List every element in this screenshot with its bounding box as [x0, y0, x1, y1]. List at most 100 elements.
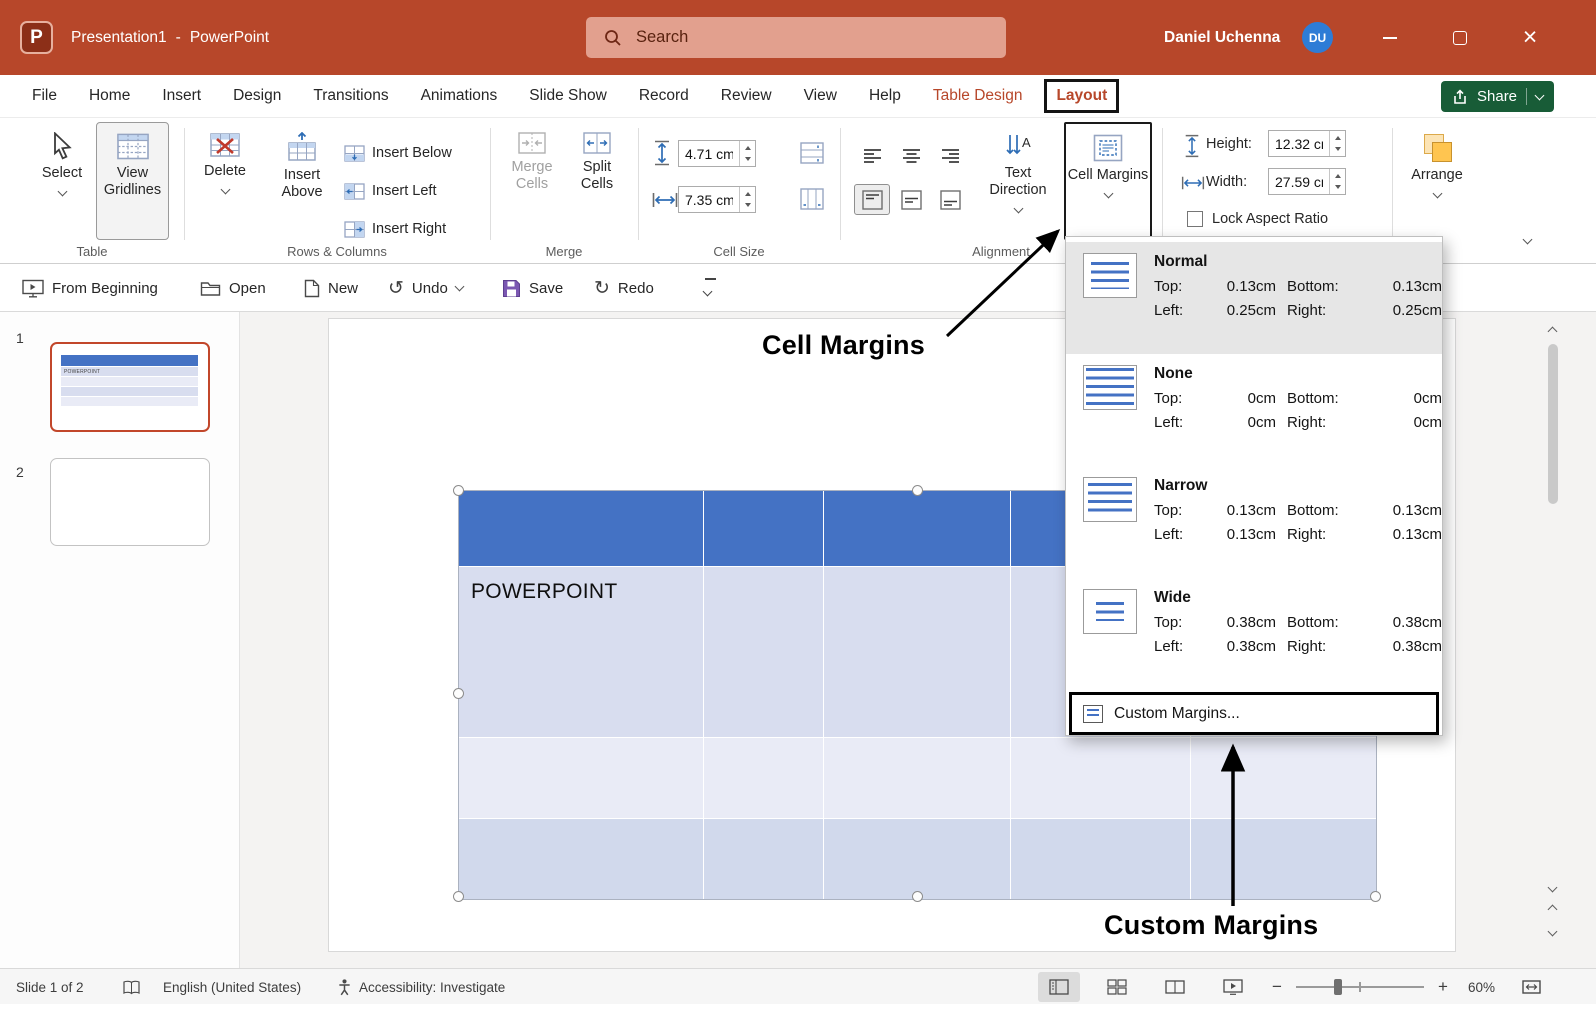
- menu-item-wide[interactable]: Wide Top:0.38cm Bottom:0.38cm Left:0.38c…: [1066, 578, 1442, 690]
- slide-indicator[interactable]: Slide 1 of 2: [16, 969, 84, 1005]
- maximize-button[interactable]: [1437, 0, 1483, 75]
- table-cell[interactable]: [1011, 819, 1191, 899]
- table-cell[interactable]: [1191, 738, 1376, 818]
- align-bottom-button[interactable]: [932, 184, 968, 215]
- table-height-spinner[interactable]: [1329, 131, 1345, 156]
- table-row[interactable]: [459, 737, 1376, 818]
- spell-check-button[interactable]: [122, 969, 141, 1005]
- tab-table-design[interactable]: Table Design: [917, 75, 1039, 118]
- table-cell[interactable]: [1011, 738, 1191, 818]
- collapse-ribbon-button[interactable]: [1524, 230, 1531, 248]
- from-beginning-button[interactable]: From Beginning: [22, 264, 158, 312]
- user-name[interactable]: Daniel Uchenna: [1164, 0, 1280, 75]
- menu-item-narrow[interactable]: Narrow Top:0.13cm Bottom:0.13cm Left:0.1…: [1066, 466, 1442, 578]
- spin-down-icon[interactable]: [1330, 182, 1345, 195]
- resize-handle-bottom-right[interactable]: [1370, 891, 1381, 902]
- align-left-button[interactable]: [854, 140, 890, 171]
- table-cell[interactable]: [704, 491, 824, 566]
- align-middle-button[interactable]: [893, 184, 929, 215]
- menu-item-normal[interactable]: Normal Top:0.13cm Bottom:0.13cm Left:0.2…: [1066, 242, 1442, 354]
- view-gridlines-button[interactable]: View Gridlines: [96, 122, 169, 240]
- tab-view[interactable]: View: [788, 75, 853, 118]
- spin-down-icon[interactable]: [740, 154, 755, 167]
- reading-view-button[interactable]: [1154, 972, 1196, 1002]
- distribute-rows-button[interactable]: [800, 140, 824, 166]
- table-cell[interactable]: [824, 491, 1011, 566]
- tab-layout[interactable]: Layout: [1044, 79, 1119, 113]
- table-cell[interactable]: [459, 491, 704, 566]
- tab-slide-show[interactable]: Slide Show: [513, 75, 623, 118]
- align-right-button[interactable]: [932, 140, 968, 171]
- insert-left-button[interactable]: Insert Left: [344, 178, 436, 204]
- redo-button[interactable]: ↻ Redo: [594, 264, 654, 312]
- search-box[interactable]: Search: [586, 17, 1006, 58]
- user-avatar[interactable]: DU: [1302, 22, 1333, 53]
- spin-up-icon[interactable]: [1330, 131, 1345, 144]
- scrollbar-thumb[interactable]: [1548, 344, 1558, 504]
- split-cells-button[interactable]: Split Cells: [568, 122, 626, 240]
- undo-button[interactable]: ↺ Undo: [388, 264, 463, 312]
- spin-up-icon[interactable]: [740, 141, 755, 154]
- insert-above-button[interactable]: Insert Above: [268, 122, 336, 240]
- table-cell[interactable]: POWERPOINT: [459, 567, 704, 737]
- table-row[interactable]: [459, 818, 1376, 899]
- cell-width-spinner[interactable]: [739, 187, 755, 212]
- cell-height-input[interactable]: [679, 141, 739, 166]
- table-cell[interactable]: [824, 567, 1011, 737]
- lock-aspect-ratio-checkbox[interactable]: [1187, 211, 1203, 227]
- accessibility-button[interactable]: Accessibility: Investigate: [337, 969, 505, 1005]
- share-button[interactable]: Share: [1441, 81, 1554, 112]
- save-button[interactable]: Save: [502, 264, 563, 312]
- slide-2-thumbnail[interactable]: [50, 458, 210, 546]
- scroll-down-button[interactable]: [1549, 878, 1556, 896]
- resize-handle-middle-left[interactable]: [453, 688, 464, 699]
- table-cell[interactable]: [824, 819, 1011, 899]
- scroll-up-button[interactable]: [1549, 322, 1556, 340]
- table-height-input[interactable]: [1269, 131, 1329, 156]
- zoom-slider-thumb[interactable]: [1334, 979, 1342, 995]
- resize-handle-top-middle[interactable]: [912, 485, 923, 496]
- cell-height-spinner[interactable]: [739, 141, 755, 166]
- arrange-button[interactable]: Arrange: [1400, 122, 1474, 240]
- tab-review[interactable]: Review: [705, 75, 788, 118]
- vertical-scrollbar[interactable]: [1545, 318, 1561, 952]
- menu-item-none[interactable]: None Top:0cm Bottom:0cm Left:0cm Right:0…: [1066, 354, 1442, 466]
- table-cell[interactable]: [824, 738, 1011, 818]
- table-width-input[interactable]: [1269, 169, 1329, 194]
- resize-handle-bottom-middle[interactable]: [912, 891, 923, 902]
- tab-help[interactable]: Help: [853, 75, 917, 118]
- tab-animations[interactable]: Animations: [405, 75, 514, 118]
- resize-handle-top-left[interactable]: [453, 485, 464, 496]
- open-button[interactable]: Open: [200, 264, 266, 312]
- distribute-columns-button[interactable]: [800, 186, 824, 212]
- tab-record[interactable]: Record: [623, 75, 705, 118]
- insert-below-button[interactable]: Insert Below: [344, 140, 452, 166]
- powerpoint-logo-icon[interactable]: P: [20, 21, 53, 54]
- table-cell[interactable]: [1191, 819, 1376, 899]
- cell-margins-button[interactable]: Cell Margins: [1064, 122, 1152, 240]
- select-button[interactable]: Select: [34, 122, 90, 240]
- align-center-button[interactable]: [893, 140, 929, 171]
- next-slide-button[interactable]: [1549, 922, 1556, 940]
- zoom-level[interactable]: 60%: [1468, 969, 1495, 1005]
- tab-insert[interactable]: Insert: [146, 75, 217, 118]
- slide-sorter-view-button[interactable]: [1096, 972, 1138, 1002]
- minimize-button[interactable]: [1367, 0, 1413, 75]
- table-width-spinner[interactable]: [1329, 169, 1345, 194]
- slideshow-view-button[interactable]: [1212, 972, 1254, 1002]
- tab-transitions[interactable]: Transitions: [297, 75, 404, 118]
- table-cell[interactable]: [459, 819, 704, 899]
- align-top-button[interactable]: [854, 184, 890, 215]
- previous-slide-button[interactable]: [1549, 900, 1556, 918]
- delete-button[interactable]: Delete: [196, 122, 254, 240]
- insert-right-button[interactable]: Insert Right: [344, 216, 446, 242]
- customize-toolbar-button[interactable]: [704, 278, 717, 300]
- fit-slide-button[interactable]: [1522, 969, 1541, 1005]
- language-button[interactable]: English (United States): [163, 969, 301, 1005]
- zoom-in-button[interactable]: +: [1438, 969, 1448, 1005]
- menu-item-custom-margins[interactable]: Custom Margins...: [1069, 692, 1439, 735]
- table-cell[interactable]: [459, 738, 704, 818]
- spin-up-icon[interactable]: [1330, 169, 1345, 182]
- resize-handle-bottom-left[interactable]: [453, 891, 464, 902]
- new-button[interactable]: New: [304, 264, 358, 312]
